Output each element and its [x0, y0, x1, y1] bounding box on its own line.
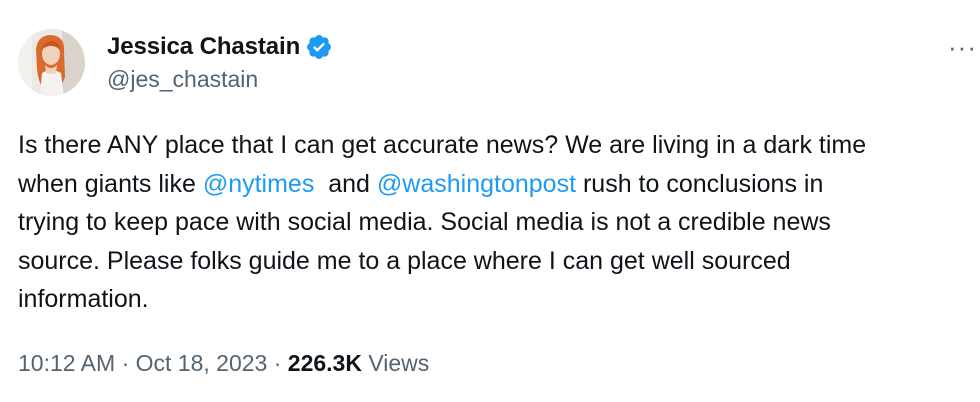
tweet-text-segment: when giants like — [18, 169, 203, 198]
author-display-name[interactable]: Jessica Chastain — [107, 33, 300, 61]
tweet-text-segment: and — [314, 169, 377, 198]
tweet-text: Is there ANY place that I can get accura… — [18, 126, 980, 319]
tweet-line: when giants like @nytimes and @washingto… — [18, 165, 980, 204]
mention-link-washingtonpost[interactable]: @washingtonpost — [377, 170, 576, 198]
meta-separator: · — [115, 350, 136, 376]
author-name-row: Jessica Chastain — [107, 31, 333, 63]
tweet-line: source. Please folks guide me to a place… — [18, 246, 791, 275]
views-label: Views — [361, 350, 430, 376]
tweet-time[interactable]: 10:12 AM — [18, 350, 115, 376]
tweet-text-segment: rush to conclusions in — [576, 169, 824, 198]
author-handle[interactable]: @jes_chastain — [107, 66, 258, 93]
tweet-meta: 10:12 AM · Oct 18, 2023 · 226.3K Views — [18, 350, 429, 377]
views-count[interactable]: 226.3K — [288, 350, 362, 376]
avatar[interactable] — [18, 29, 85, 96]
verified-badge-icon[interactable] — [305, 33, 333, 61]
tweet-line: trying to keep pace with social media. S… — [18, 208, 831, 236]
tweet-line: information. — [18, 285, 149, 313]
mention-link-nytimes[interactable]: @nytimes — [203, 170, 315, 198]
tweet-line: Is there ANY place that I can get accura… — [18, 131, 867, 159]
meta-separator: · — [267, 350, 288, 376]
more-horizontal-icon[interactable]: ··· — [948, 34, 977, 60]
tweet-date[interactable]: Oct 18, 2023 — [136, 350, 268, 376]
